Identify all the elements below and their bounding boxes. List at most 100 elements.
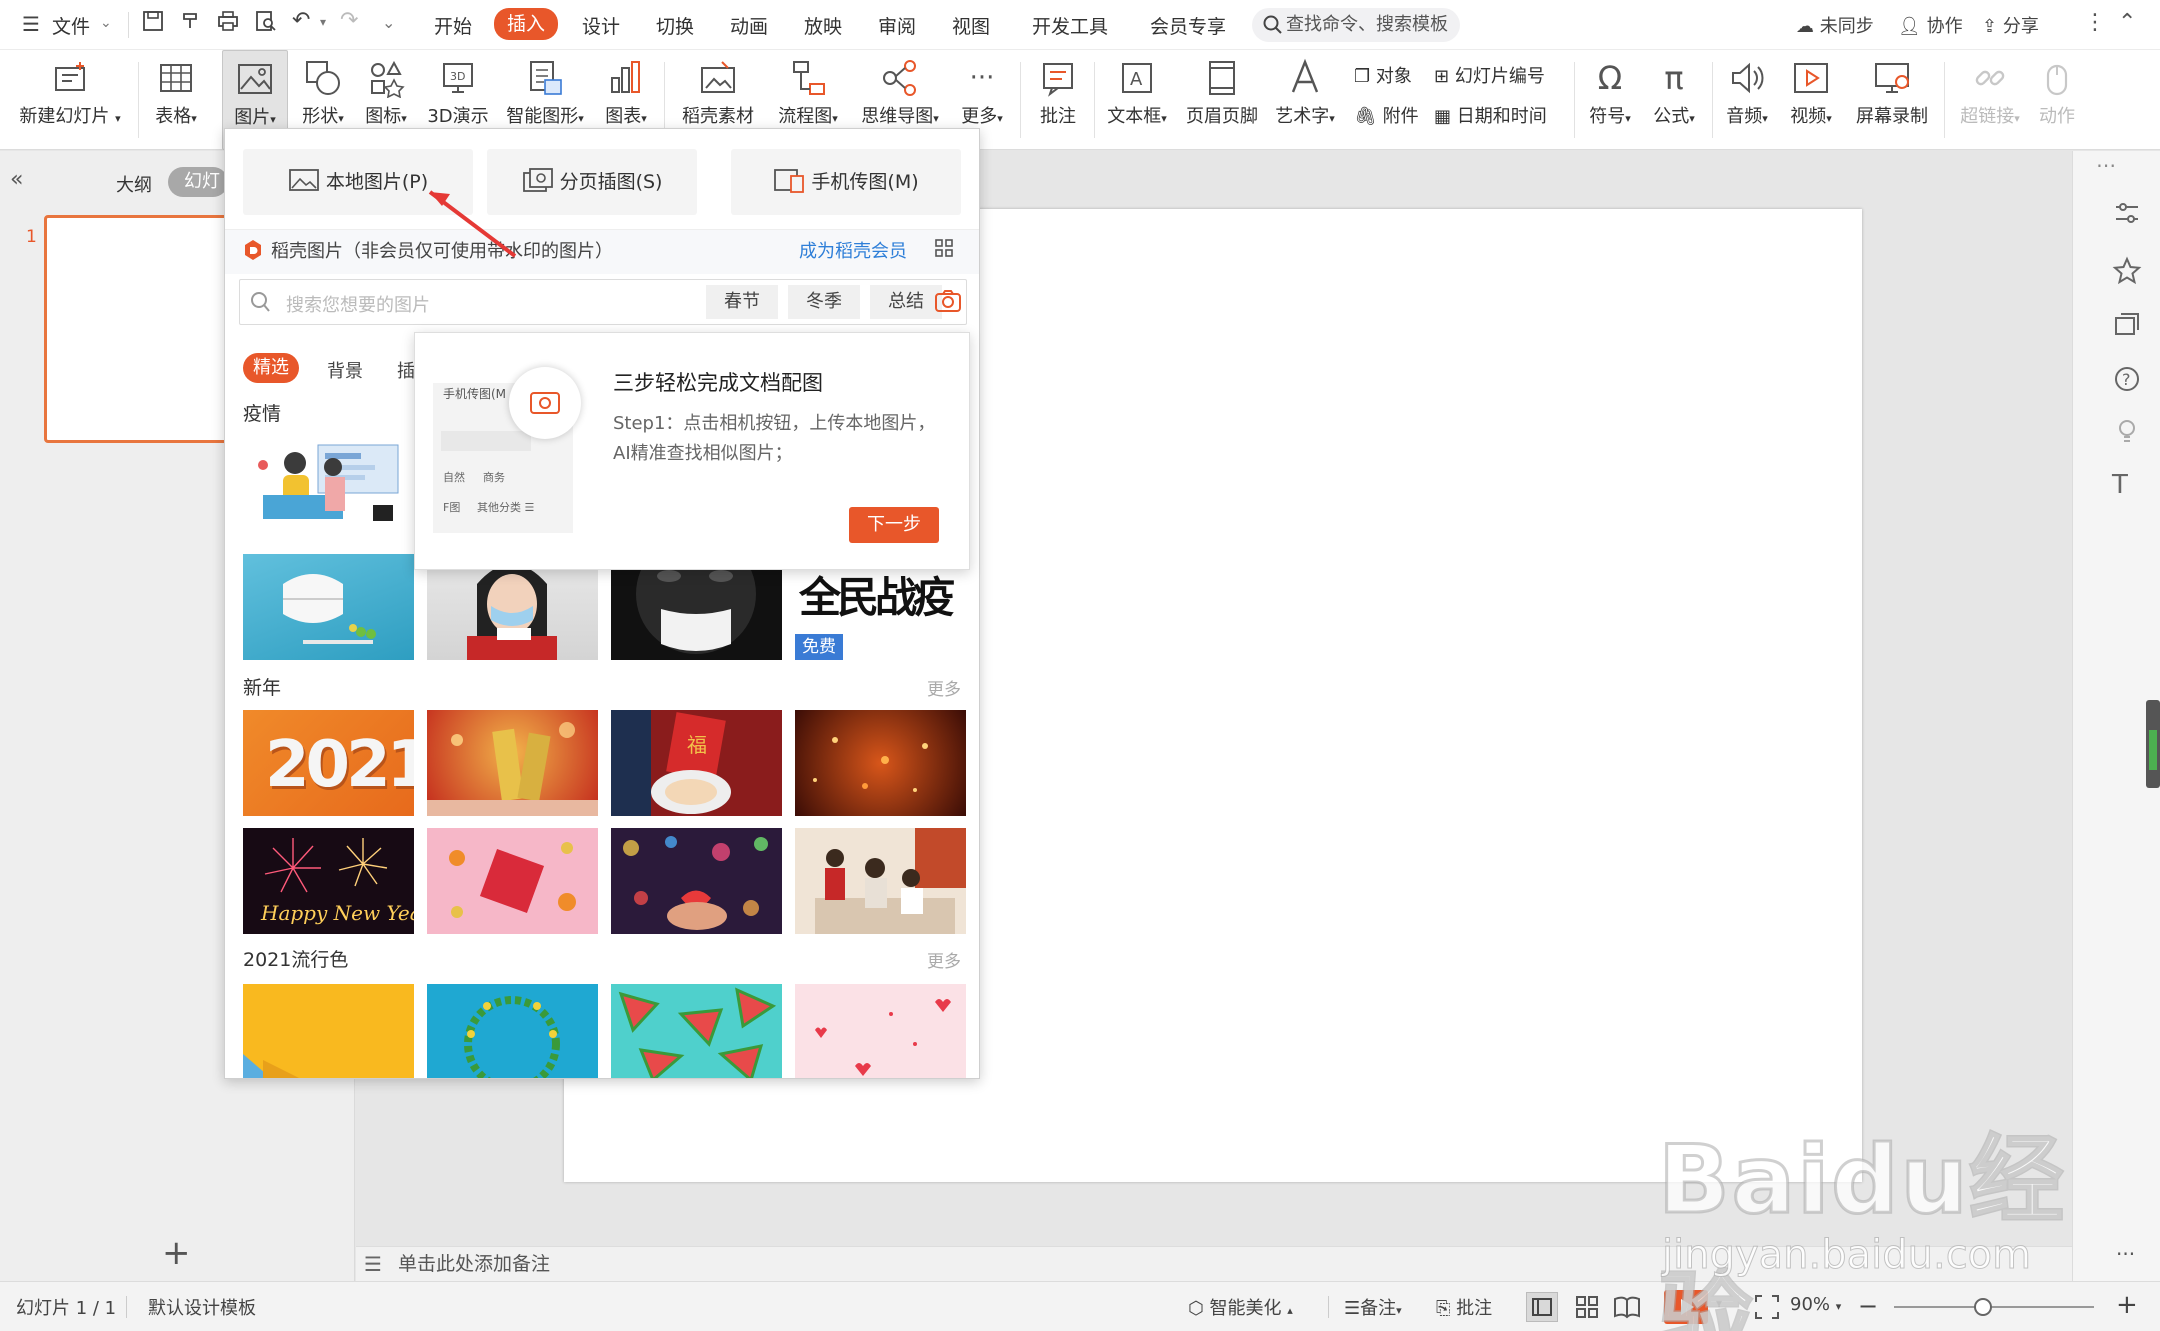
new-slide-button[interactable]: 新建幻灯片 ▾	[8, 50, 132, 150]
chevron-down-icon[interactable]: ⌄	[382, 13, 395, 32]
lightbulb-icon[interactable]	[2112, 416, 2148, 452]
properties-icon[interactable]	[2112, 198, 2148, 234]
image-tile[interactable]: 2021	[243, 710, 414, 816]
text-format-icon[interactable]: T	[2112, 470, 2148, 506]
share-button[interactable]: ⇪ 分享	[1982, 12, 2039, 38]
tab-transition[interactable]: 切换	[656, 12, 694, 39]
hamburger-menu-icon[interactable]: ☰	[22, 12, 40, 36]
slide-number-button[interactable]: ⊞ 幻灯片编号	[1434, 62, 1545, 88]
attachment-button[interactable]: 🖇︎ 附件	[1354, 102, 1419, 128]
wordart-button[interactable]: 艺术字▾	[1270, 50, 1340, 150]
become-member-link[interactable]: 成为稻壳会员	[799, 237, 907, 263]
tab-animation[interactable]: 动画	[730, 12, 768, 39]
tab-developer[interactable]: 开发工具	[1032, 12, 1108, 39]
filter-tab-background[interactable]: 背景	[327, 357, 363, 383]
tab-member[interactable]: 会员专享	[1150, 12, 1226, 39]
collab-button[interactable]: 👤︎ 协作	[1898, 12, 1963, 38]
tab-home[interactable]: 开始	[434, 12, 472, 39]
image-tile[interactable]	[611, 828, 782, 934]
image-tile[interactable]	[427, 710, 598, 816]
icons-icon	[366, 58, 406, 99]
tab-view[interactable]: 视图	[952, 12, 990, 39]
tab-design[interactable]: 设计	[582, 12, 620, 39]
more-link[interactable]: 更多	[927, 947, 961, 972]
sync-status[interactable]: ☁ 未同步	[1796, 12, 1874, 38]
textbox-button[interactable]: A 文本框▾	[1100, 50, 1174, 150]
hyperlink-button[interactable]: 超链接▾	[1952, 50, 2028, 150]
slide-transition-icon[interactable]	[2112, 310, 2148, 346]
reading-view-button[interactable]	[1612, 1292, 1642, 1326]
smart-beautify-button[interactable]: ⬡ 智能美化 ▴	[1188, 1294, 1293, 1320]
tab-slides[interactable]: 幻灯	[168, 167, 228, 197]
drag-handle-icon[interactable]: ⋯	[2096, 155, 2136, 175]
image-tile[interactable]	[795, 828, 966, 934]
collapse-ribbon-icon[interactable]: ⌃	[2118, 10, 2136, 35]
phone-picture-button[interactable]: 手机传图(M)	[731, 149, 961, 215]
search-tag-summary[interactable]: 总结	[870, 285, 942, 319]
image-tile[interactable]	[795, 710, 966, 816]
image-tile[interactable]	[243, 435, 414, 541]
save-icon[interactable]	[142, 10, 164, 37]
command-search-input[interactable]: 查找命令、搜索模板	[1252, 8, 1460, 42]
object-button[interactable]: ❐ 对象	[1354, 62, 1412, 88]
video-button[interactable]: 视频▾	[1782, 50, 1840, 150]
animation-star-icon[interactable]	[2112, 256, 2148, 292]
help-icon[interactable]: ?	[2112, 364, 2148, 400]
image-tile[interactable]	[427, 828, 598, 934]
print-preview-icon[interactable]	[254, 10, 278, 36]
tip-next-button[interactable]: 下一步	[849, 507, 939, 543]
add-slide-button[interactable]: +	[162, 1233, 191, 1273]
smartart-icon	[525, 58, 565, 98]
format-painter-icon[interactable]	[180, 10, 202, 36]
material-icon	[698, 58, 738, 98]
comments-toggle-button[interactable]: ⎘ 批注	[1436, 1294, 1492, 1320]
undo-icon[interactable]: ↶	[292, 8, 310, 33]
image-tile[interactable]	[427, 984, 598, 1078]
filter-tab-featured[interactable]: 精选	[243, 353, 299, 383]
image-tile[interactable]	[611, 984, 782, 1078]
chevron-down-icon[interactable]: ▾	[320, 15, 326, 29]
redo-icon[interactable]: ↷	[340, 8, 358, 33]
action-button[interactable]: 动作	[2032, 50, 2082, 150]
tab-insert[interactable]: 插入	[494, 8, 559, 40]
camera-icon[interactable]	[934, 288, 962, 318]
tab-outline[interactable]: 大纲	[116, 171, 152, 197]
print-icon[interactable]	[216, 10, 240, 36]
template-name[interactable]: 默认设计模板	[148, 1294, 256, 1320]
comment-icon	[1038, 58, 1078, 98]
tab-review[interactable]: 审阅	[878, 12, 916, 39]
table-button[interactable]: 表格▾	[146, 50, 206, 150]
symbol-button[interactable]: Ω 符号▾	[1580, 50, 1640, 150]
screen-record-button[interactable]: 屏幕录制	[1848, 50, 1936, 150]
audio-button[interactable]: 音频▾	[1718, 50, 1776, 150]
comment-button[interactable]: 批注	[1030, 50, 1086, 150]
picture-search-input[interactable]: 搜索您想要的图片 春节 冬季 总结	[239, 279, 967, 325]
collapse-panel-icon[interactable]: «	[10, 167, 23, 192]
chevron-down-icon[interactable]: ⌄	[100, 15, 112, 31]
notes-toggle-button[interactable]: ☰备注▾	[1344, 1294, 1402, 1320]
side-widget[interactable]	[2146, 700, 2160, 788]
file-menu[interactable]: 文件	[52, 12, 90, 39]
search-tag-spring[interactable]: 春节	[706, 285, 778, 319]
slide-sorter-view-button[interactable]	[1572, 1292, 1602, 1326]
search-tag-winter[interactable]: 冬季	[788, 285, 860, 319]
grid-view-icon[interactable]	[933, 237, 955, 264]
slide-thumbnail[interactable]	[44, 215, 244, 443]
image-tile[interactable]: Happy New Year	[243, 828, 414, 934]
image-tile[interactable]	[243, 554, 414, 660]
image-tile[interactable]	[795, 984, 966, 1078]
divider	[1020, 62, 1021, 138]
speaker-icon	[1727, 58, 1767, 98]
divider	[664, 62, 665, 138]
formula-button[interactable]: π 公式▾	[1644, 50, 1704, 150]
tab-slideshow[interactable]: 放映	[804, 12, 842, 39]
image-tile[interactable]: 福	[611, 710, 782, 816]
normal-view-button[interactable]	[1526, 1292, 1558, 1322]
comment-icon: ⎘	[1436, 1298, 1451, 1319]
header-footer-button[interactable]: 页眉页脚	[1180, 50, 1264, 150]
image-tile[interactable]	[243, 984, 414, 1078]
filter-tab-illustration[interactable]: 插	[397, 357, 415, 383]
more-vertical-icon[interactable]: ⋮	[2084, 10, 2106, 35]
datetime-button[interactable]: ▦ 日期和时间	[1434, 102, 1547, 128]
more-link[interactable]: 更多	[927, 675, 961, 700]
